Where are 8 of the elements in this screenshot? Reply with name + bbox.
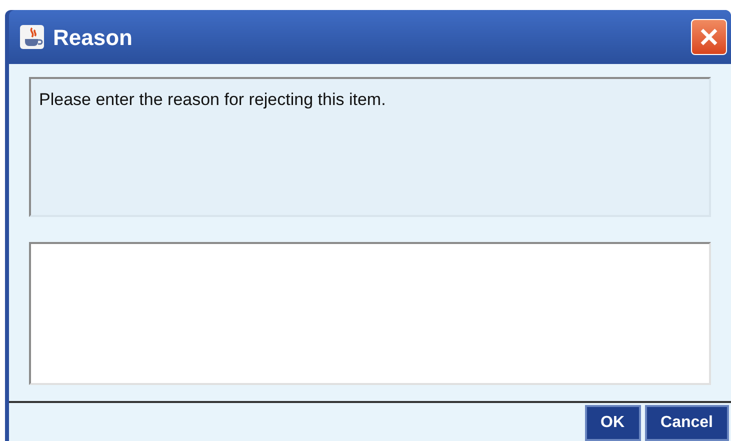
close-button[interactable] <box>691 19 727 55</box>
reason-input-field[interactable] <box>29 242 711 385</box>
window-title: Reason <box>53 24 132 52</box>
coffee-cup-icon <box>19 24 45 50</box>
message-text: Please enter the reason for rejecting this item. <box>39 90 386 109</box>
close-icon <box>699 27 719 47</box>
cancel-button[interactable]: Cancel <box>644 405 729 441</box>
ok-button[interactable]: OK <box>584 405 641 441</box>
